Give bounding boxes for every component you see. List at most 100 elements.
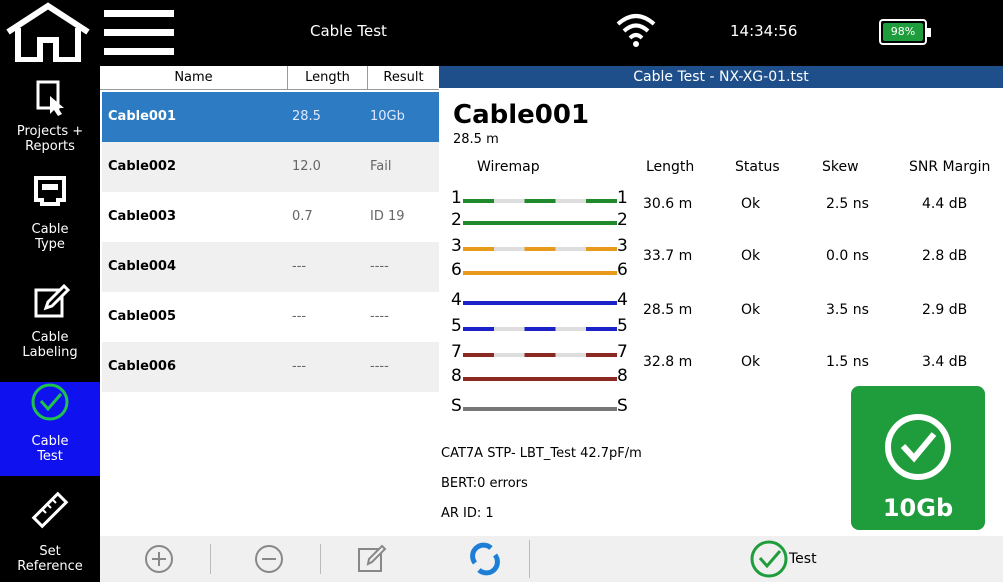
wire-1 xyxy=(463,199,617,203)
cable-result-cell: Fail xyxy=(370,159,392,174)
result-text: 10Gb xyxy=(882,494,954,522)
pair-skew: 1.5 ns xyxy=(826,354,869,370)
cable-result-cell: 10Gb xyxy=(370,109,405,124)
clock: 14:34:56 xyxy=(730,22,798,40)
table-row[interactable]: Cable003 0.7 ID 19 xyxy=(102,192,439,242)
pair-status: Ok xyxy=(741,302,761,318)
cable-name-cell: Cable003 xyxy=(108,209,177,224)
pair-length: 30.6 m xyxy=(643,196,693,212)
table-row[interactable]: Cable005 --- ---- xyxy=(102,292,439,342)
cable-length-cell: --- xyxy=(292,259,307,274)
refresh-icon[interactable] xyxy=(467,541,503,577)
cable-name-cell: Cable002 xyxy=(108,159,177,174)
wire-2 xyxy=(463,221,617,225)
list-header: Name Length Result xyxy=(100,66,439,90)
wire-label-left: 8 xyxy=(451,366,462,386)
pair-length: 28.5 m xyxy=(643,302,693,318)
sidebar-item-cable-labeling[interactable]: Cable Labeling xyxy=(0,266,100,366)
pair-snr: 2.9 dB xyxy=(922,302,968,318)
pass-check-icon xyxy=(885,414,951,480)
pair-length: 32.8 m xyxy=(643,354,693,370)
test-detail-panel: Cable Test - NX-XG-01.tst Cable001 28.5 … xyxy=(439,66,1003,582)
pair-length: 33.7 m xyxy=(643,248,693,264)
table-row[interactable]: Cable001 28.5 10Gb xyxy=(102,92,439,142)
pair-snr: 2.8 dB xyxy=(922,248,968,264)
folder-report-icon xyxy=(36,80,64,116)
sidebar-item-set-reference[interactable]: Set Reference xyxy=(0,476,100,582)
pair-status: Ok xyxy=(741,354,761,370)
wire-label-right: 3 xyxy=(617,236,628,256)
wire-6 xyxy=(463,271,617,275)
result-badge: 10Gb xyxy=(851,386,985,530)
cable-list: Name Length Result Cable001 28.5 10Gb Ca… xyxy=(100,66,439,536)
edit-icon xyxy=(34,283,70,318)
cable-name-cell: Cable005 xyxy=(108,309,177,324)
app-title: Cable Test xyxy=(310,22,387,40)
wire-label-left: 1 xyxy=(451,188,462,208)
wifi-icon xyxy=(616,14,656,47)
header-result[interactable]: Result xyxy=(368,66,439,90)
wire-label-left: 4 xyxy=(451,290,462,310)
wire-label-left: 5 xyxy=(451,316,462,336)
wire-8 xyxy=(463,377,617,381)
snr-header: SNR Margin xyxy=(909,159,991,175)
wire-label-right: 1 xyxy=(617,188,628,208)
cable-result-cell: ---- xyxy=(370,359,389,374)
battery-level: 98% xyxy=(883,23,923,41)
cable-length-cell: --- xyxy=(292,309,307,324)
cable-length-cell: 12.0 xyxy=(292,159,321,174)
skew-header: Skew xyxy=(822,159,859,175)
test-button-label: Test xyxy=(789,551,817,567)
check-circle-icon xyxy=(750,540,788,578)
check-circle-icon xyxy=(31,383,69,421)
cable-result-cell: ID 19 xyxy=(370,209,405,224)
edit-cable-button[interactable] xyxy=(356,543,388,575)
list-toolbar xyxy=(100,536,439,582)
cable-name-cell: Cable001 xyxy=(108,109,177,124)
cable-result-cell: ---- xyxy=(370,259,389,274)
table-row[interactable]: Cable004 --- ---- xyxy=(102,242,439,292)
cable-length-cell: 0.7 xyxy=(292,209,313,224)
wire-label-left: 2 xyxy=(451,210,462,230)
cable-name-cell: Cable004 xyxy=(108,259,177,274)
menu-icon[interactable] xyxy=(104,2,174,60)
home-icon[interactable] xyxy=(4,2,92,62)
wire-label-right: S xyxy=(617,396,628,416)
wire-label-left: 3 xyxy=(451,236,462,256)
sidebar-item-cable-type[interactable]: Cable Type xyxy=(0,166,100,266)
sidebar: Projects + Reports Cable Type Cable Labe… xyxy=(0,66,100,582)
bert-info: BERT:0 errors xyxy=(441,476,528,491)
wiremap-header: Wiremap xyxy=(477,159,540,175)
wire-label-right: 6 xyxy=(617,260,628,280)
sidebar-item-projects-reports[interactable]: Projects + Reports xyxy=(0,66,100,166)
run-test-button[interactable]: Test xyxy=(749,536,869,582)
wire-label-right: 5 xyxy=(617,316,628,336)
cable-title: Cable001 xyxy=(453,100,590,130)
cable-length-cell: --- xyxy=(292,359,307,374)
header-name[interactable]: Name xyxy=(100,66,288,90)
wire-label-right: 2 xyxy=(617,210,628,230)
status-header: Status xyxy=(735,159,780,175)
table-row[interactable]: Cable006 --- ---- xyxy=(102,342,439,392)
wire-label-left: 7 xyxy=(451,342,462,362)
pair-status: Ok xyxy=(741,196,761,212)
cable-length: 28.5 m xyxy=(453,132,499,147)
sidebar-item-label: Cable Test xyxy=(31,434,69,464)
battery-icon: 98% xyxy=(879,19,931,45)
ar-id-info: AR ID: 1 xyxy=(441,506,494,521)
wire-label-right: 7 xyxy=(617,342,628,362)
sidebar-item-label: Cable Labeling xyxy=(22,330,78,360)
table-row[interactable]: Cable002 12.0 Fail xyxy=(102,142,439,192)
wire-label-right: 4 xyxy=(617,290,628,310)
wire-label-left: S xyxy=(451,396,462,416)
pair-snr: 3.4 dB xyxy=(922,354,968,370)
pair-skew: 2.5 ns xyxy=(826,196,869,212)
add-cable-button[interactable] xyxy=(143,543,175,575)
wire-4 xyxy=(463,301,617,305)
wire-shield xyxy=(463,407,617,411)
pair-status: Ok xyxy=(741,248,761,264)
wire-label-left: 6 xyxy=(451,260,462,280)
header-length[interactable]: Length xyxy=(288,66,368,90)
remove-cable-button[interactable] xyxy=(253,543,285,575)
sidebar-item-cable-test[interactable]: Cable Test xyxy=(0,382,100,476)
